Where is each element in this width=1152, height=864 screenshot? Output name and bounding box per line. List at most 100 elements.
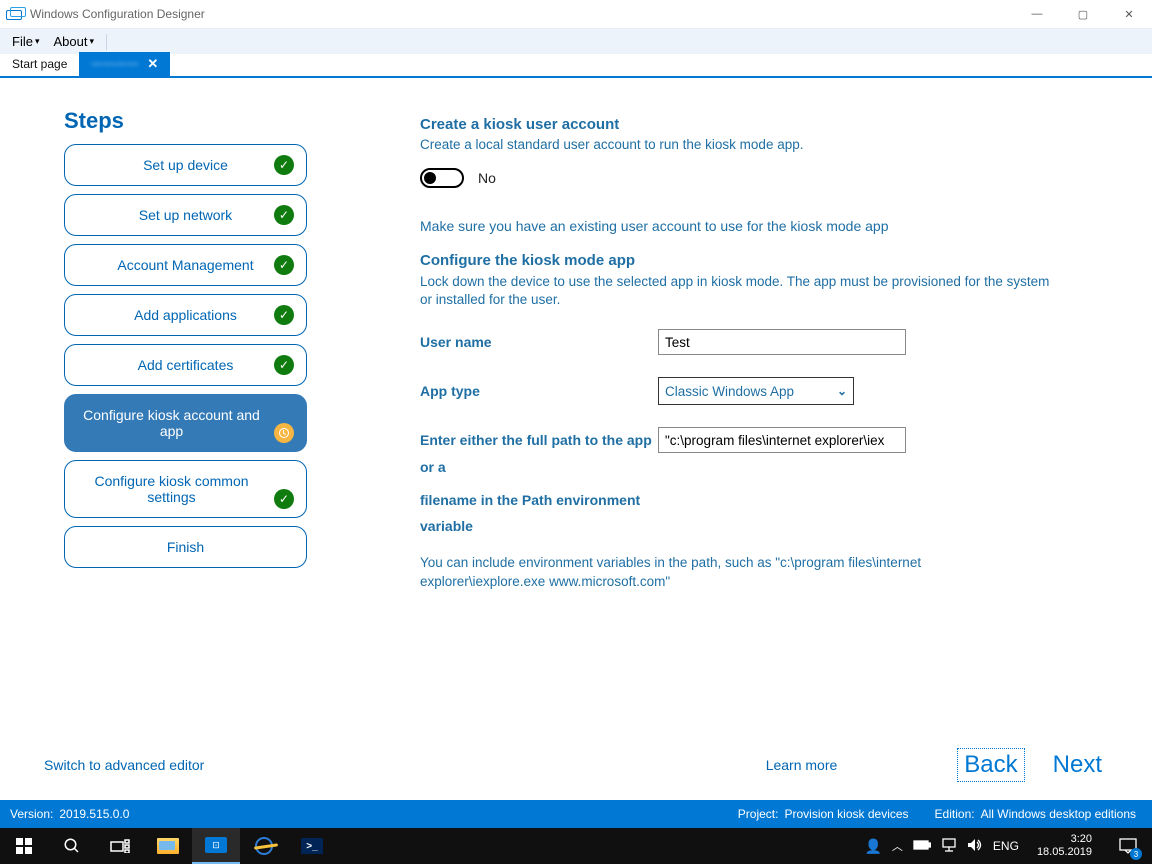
clock[interactable]: 3:20 18.05.2019 [1029, 833, 1100, 858]
project-value: Provision kiosk devices [784, 807, 908, 821]
system-tray: 👤 ︿ ENG 3:20 18.05.2019 3 [864, 828, 1152, 864]
chevron-down-icon: ⌄ [837, 384, 847, 398]
project-label: Project: [738, 807, 779, 821]
step-account-management[interactable]: Account Management ✓ [64, 244, 307, 286]
field-app-path: Enter either the full path to the app or… [420, 427, 1100, 480]
apppath-label: Enter either the full path to the app or… [420, 427, 658, 480]
window-close-button[interactable]: ✕ [1106, 0, 1152, 28]
step-set-up-device[interactable]: Set up device ✓ [64, 144, 307, 186]
back-button[interactable]: Back [957, 748, 1024, 782]
wcd-icon: ⊡ [205, 837, 227, 853]
maximize-button[interactable]: ▢ [1060, 0, 1106, 28]
step-label: Account Management [117, 257, 253, 273]
tab-label: Start page [12, 57, 67, 71]
taskbar-internet-explorer[interactable] [240, 828, 288, 864]
clock-date: 18.05.2019 [1037, 846, 1092, 859]
menu-file[interactable]: File▾ [6, 31, 45, 52]
tabstrip: Start page ———— ✕ [0, 54, 1152, 78]
version-label: Version: [10, 807, 53, 821]
field-username: User name [420, 329, 1100, 355]
step-label: Add applications [134, 307, 237, 323]
in-progress-icon [274, 423, 294, 443]
tab-start-page[interactable]: Start page [0, 52, 79, 76]
file-explorer-icon [157, 838, 179, 854]
switch-advanced-editor-link[interactable]: Switch to advanced editor [44, 757, 204, 773]
edition-label: Edition: [935, 807, 975, 821]
field-apptype: App type Classic Windows App ⌄ [420, 377, 1100, 405]
toggle-value-label: No [478, 170, 496, 186]
step-add-applications[interactable]: Add applications ✓ [64, 294, 307, 336]
username-input[interactable] [658, 329, 906, 355]
taskbar-powershell[interactable]: >_ [288, 828, 336, 864]
apptype-value: Classic Windows App [665, 384, 794, 399]
tab-project[interactable]: ———— ✕ [79, 52, 170, 76]
check-icon: ✓ [274, 305, 294, 325]
minimize-button[interactable]: — [1014, 0, 1060, 28]
chevron-down-icon: ▾ [89, 36, 94, 47]
steps-heading: Steps [64, 108, 324, 134]
ie-icon [255, 837, 273, 855]
chevron-down-icon: ▾ [35, 36, 40, 47]
check-icon: ✓ [274, 355, 294, 375]
taskbar-file-explorer[interactable] [144, 828, 192, 864]
apppath-input[interactable] [658, 427, 906, 453]
network-icon[interactable] [941, 838, 957, 855]
notification-badge: 3 [1130, 848, 1142, 860]
step-set-up-network[interactable]: Set up network ✓ [64, 194, 307, 236]
powershell-icon: >_ [301, 838, 323, 854]
action-center-button[interactable]: 3 [1110, 828, 1146, 864]
check-icon: ✓ [274, 155, 294, 175]
app-icon [6, 8, 24, 20]
apptype-select[interactable]: Classic Windows App ⌄ [658, 377, 854, 405]
menu-separator [106, 34, 107, 50]
workarea: Steps Set up device ✓ Set up network ✓ A… [0, 80, 1152, 800]
menu-about-label: About [53, 34, 87, 49]
version-value: 2019.515.0.0 [59, 807, 129, 821]
apptype-label: App type [420, 383, 658, 399]
steps-sidebar: Steps Set up device ✓ Set up network ✓ A… [64, 108, 324, 576]
section-desc: Lock down the device to use the selected… [420, 273, 1060, 309]
learn-more-link[interactable]: Learn more [766, 757, 838, 773]
apppath-label-2: filename in the Path environment variabl… [420, 487, 658, 540]
volume-icon[interactable] [967, 838, 983, 855]
start-button[interactable] [0, 828, 48, 864]
existing-account-note: Make sure you have an existing user acco… [420, 218, 1100, 234]
form-panel: Create a kiosk user account Create a loc… [420, 108, 1100, 592]
username-label: User name [420, 334, 658, 350]
apppath-hint: You can include environment variables in… [420, 554, 1040, 592]
search-button[interactable] [48, 828, 96, 864]
titlebar: Windows Configuration Designer — ▢ ✕ [0, 0, 1152, 28]
step-configure-kiosk-common-settings[interactable]: Configure kiosk common settings ✓ [64, 460, 307, 518]
battery-icon[interactable] [913, 839, 931, 853]
menu-file-label: File [12, 34, 33, 49]
tab-close-icon[interactable]: ✕ [147, 56, 158, 72]
check-icon: ✓ [274, 205, 294, 225]
language-indicator[interactable]: ENG [993, 839, 1019, 853]
step-label: Set up device [143, 157, 228, 173]
tab-label: ———— [91, 58, 139, 70]
people-icon[interactable]: 👤 [864, 838, 881, 855]
menu-about[interactable]: About▾ [47, 31, 100, 52]
create-account-toggle[interactable] [420, 168, 464, 188]
check-icon: ✓ [274, 489, 294, 509]
section-heading-configure-app: Configure the kiosk mode app [420, 252, 1100, 269]
task-view-button[interactable] [96, 828, 144, 864]
menubar: File▾ About▾ [0, 28, 1152, 54]
section-heading-create-account: Create a kiosk user account [420, 116, 1100, 133]
step-add-certificates[interactable]: Add certificates ✓ [64, 344, 307, 386]
create-account-toggle-row: No [420, 168, 1100, 188]
step-label: Finish [167, 539, 204, 555]
section-desc: Create a local standard user account to … [420, 137, 1100, 152]
step-label: Add certificates [138, 357, 234, 373]
taskbar-wcd[interactable]: ⊡ [192, 828, 240, 864]
windows-taskbar: ⊡ >_ 👤 ︿ ENG 3:20 18.05.2019 3 [0, 828, 1152, 864]
step-finish[interactable]: Finish [64, 526, 307, 568]
wizard-footer: Switch to advanced editor Learn more Bac… [0, 730, 1152, 800]
app-status-bar: Version: 2019.515.0.0 Project: Provision… [0, 800, 1152, 828]
next-button[interactable]: Next [1047, 749, 1108, 781]
step-configure-kiosk-account-app[interactable]: Configure kiosk account and app [64, 394, 307, 452]
tray-chevron-up-icon[interactable]: ︿ [892, 838, 903, 854]
check-icon: ✓ [274, 255, 294, 275]
window-title: Windows Configuration Designer [30, 7, 205, 21]
step-label: Configure kiosk common settings [77, 473, 266, 505]
